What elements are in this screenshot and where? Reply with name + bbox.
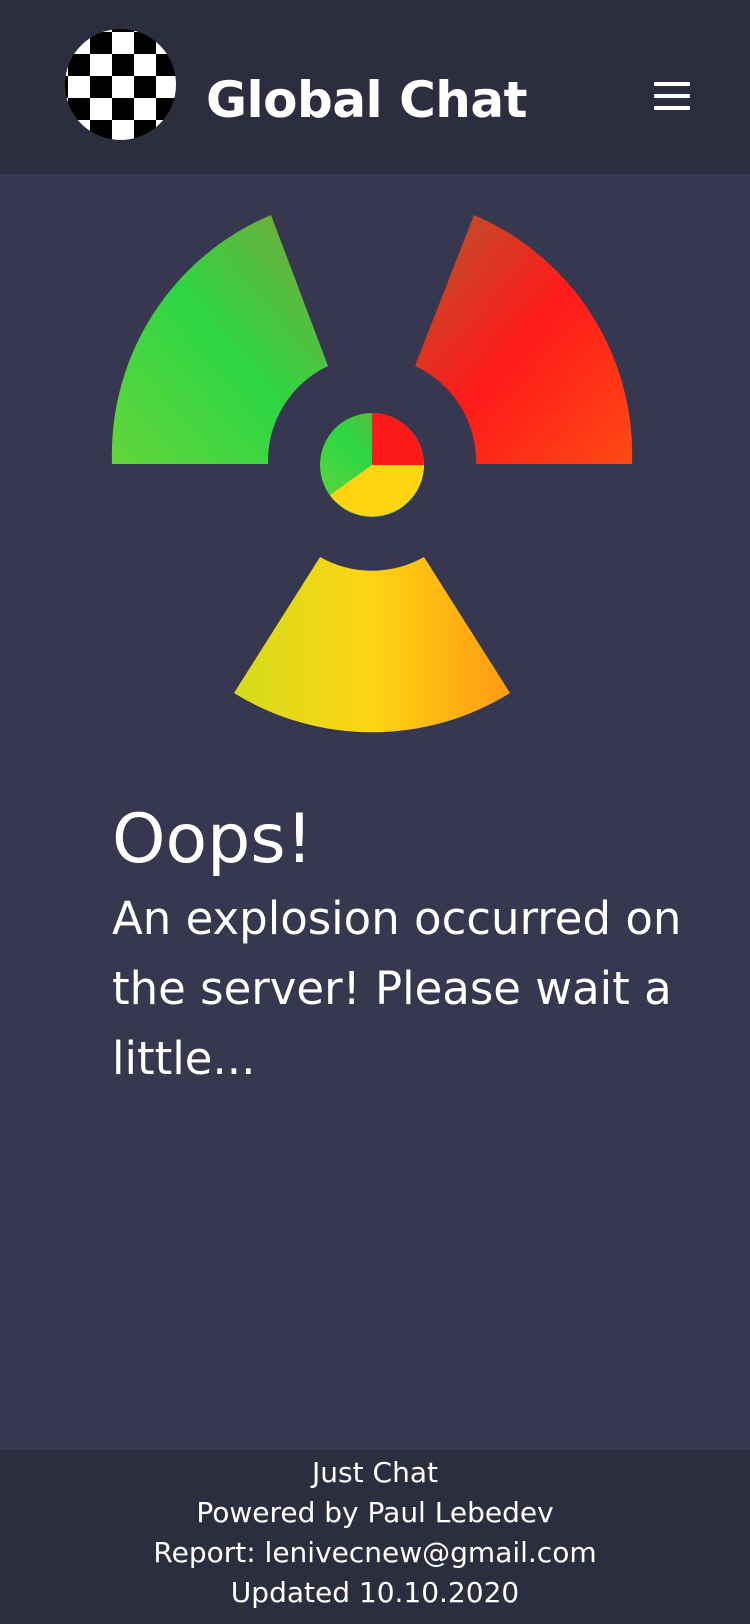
radiation-center-right <box>372 413 424 465</box>
radiation-icon <box>111 215 633 733</box>
radiation-blade-left <box>111 215 328 464</box>
app-footer: Just Chat Powered by Paul Lebedev Report… <box>0 1450 750 1624</box>
error-message-block: Oops! An explosion occurred on the serve… <box>112 796 712 1094</box>
radiation-blade-right <box>415 215 633 464</box>
radiation-blade-bottom <box>234 557 510 733</box>
footer-powered-by: Powered by Paul Lebedev <box>196 1496 554 1529</box>
error-message: An explosion occurred on the server! Ple… <box>112 892 682 1085</box>
footer-report-email[interactable]: Report: lenivecnew@gmail.com <box>0 1533 750 1573</box>
error-title: Oops! <box>112 800 313 879</box>
footer-updated-date: Updated 10.10.2020 <box>230 1576 520 1609</box>
footer-app-name: Just Chat <box>312 1456 438 1489</box>
